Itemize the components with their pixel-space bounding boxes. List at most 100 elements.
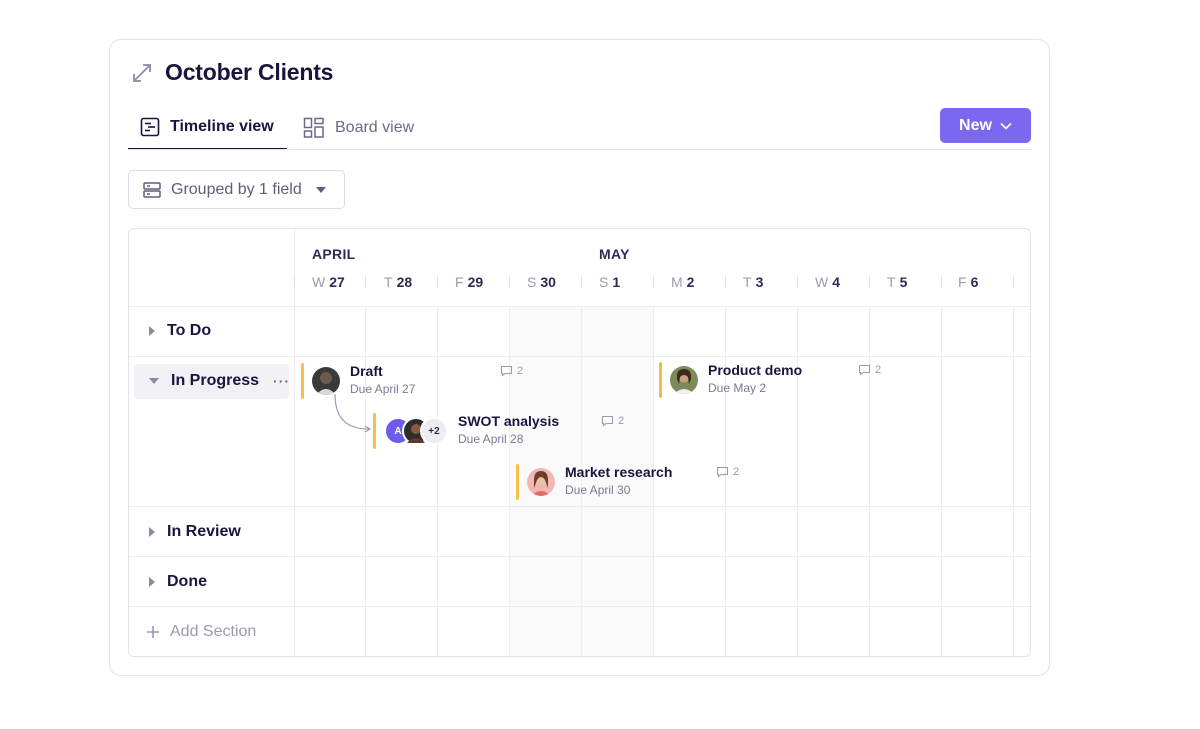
dependency-arrow [334, 394, 372, 433]
comment-icon [500, 365, 513, 377]
day-tick [365, 276, 366, 288]
task-due: Due April 27 [350, 382, 416, 396]
day-tick [294, 276, 295, 288]
new-button-label: New [959, 116, 992, 134]
task-comments[interactable]: 2 [716, 466, 739, 478]
task-due: Due April 30 [565, 483, 631, 497]
avatar [670, 366, 698, 394]
day-header: W4 [815, 274, 841, 290]
day-tick [509, 276, 510, 288]
day-tick [1013, 276, 1014, 288]
task-bar [659, 362, 662, 398]
page-title: October Clients [165, 59, 334, 85]
task-bar [373, 413, 376, 449]
task-name: Draft [350, 363, 383, 379]
day-header: F 29 [455, 274, 484, 290]
timeline-icon [140, 117, 160, 137]
day-tick [437, 276, 438, 288]
section-label: In Progress [171, 372, 260, 389]
day-gridline [941, 307, 942, 656]
day-header: S1 [599, 274, 621, 290]
tab-label: Timeline view [170, 118, 274, 135]
day-gridline [797, 307, 798, 656]
task-bar [301, 363, 304, 399]
add-section-button[interactable]: Add Section [146, 623, 256, 641]
add-section-label: Add Section [170, 623, 257, 640]
day-tick [869, 276, 870, 288]
day-gridline [365, 307, 366, 656]
month-label: APRIL [312, 246, 356, 262]
caret-down-icon [315, 186, 326, 193]
day-header: T 28 [384, 274, 413, 290]
day-gridline [869, 307, 870, 656]
task-due: Due April 28 [458, 432, 524, 446]
task-bar [516, 464, 519, 500]
section-column-divider [294, 229, 295, 656]
day-tick [581, 276, 582, 288]
caret-right-icon [149, 527, 155, 537]
section-label: In Review [167, 523, 241, 540]
task-comments[interactable]: 2 [858, 364, 881, 376]
plus-icon [147, 626, 159, 638]
comment-icon [716, 466, 729, 478]
comment-icon [858, 364, 871, 376]
section-label: Done [167, 573, 207, 590]
chevron-down-icon [1000, 122, 1012, 130]
day-header: F6 [958, 274, 979, 290]
expand-icon[interactable] [131, 62, 153, 84]
section-label: To Do [167, 322, 212, 339]
tab-board-view[interactable]: Board view [303, 106, 414, 150]
avatar [312, 367, 340, 395]
board-icon [303, 117, 324, 138]
caret-right-icon [149, 326, 155, 336]
day-tick [941, 276, 942, 288]
task-name: Market research [565, 464, 673, 480]
task-name: Product demo [708, 362, 803, 378]
timeline-grid: APRIL MAY W 27 T 28 F 29 S 30 S1 M2 T3 W4 T5… [128, 228, 1031, 657]
group-icon [143, 181, 161, 198]
section-in-review[interactable]: In Review [149, 523, 241, 541]
task-card-swot-analysis[interactable]: A +2 SWOT analysis Due April 28 [373, 413, 559, 449]
task-card-draft[interactable]: Draft Due April 27 [301, 363, 415, 399]
comment-icon [601, 415, 614, 427]
row-divider [129, 506, 1030, 507]
day-header: W 27 [312, 274, 345, 290]
row-divider [129, 356, 1030, 357]
section-to-do[interactable]: To Do [149, 322, 211, 340]
task-comments[interactable]: 2 [601, 415, 624, 427]
tab-timeline-view[interactable]: Timeline view [128, 106, 287, 150]
new-button[interactable]: New [940, 108, 1031, 143]
day-header: S 30 [527, 274, 556, 290]
avatar-group: A +2 [384, 417, 448, 445]
day-tick [653, 276, 654, 288]
day-header: M2 [671, 274, 695, 290]
task-card-market-research[interactable]: Market research Due April 30 [516, 464, 672, 500]
task-comments[interactable]: 2 [500, 365, 523, 377]
avatar [527, 468, 555, 496]
caret-right-icon [149, 577, 155, 587]
row-divider [129, 606, 1030, 607]
month-label: MAY [599, 246, 630, 262]
day-gridline [1013, 307, 1014, 656]
day-tick [725, 276, 726, 288]
avatar-overflow: +2 [420, 417, 448, 445]
day-gridline [509, 307, 510, 656]
tabs-divider [128, 149, 1031, 150]
tab-label: Board view [335, 119, 415, 136]
caret-down-icon [149, 378, 159, 384]
task-card-product-demo[interactable]: Product demo Due May 2 [659, 362, 802, 398]
task-name: SWOT analysis [458, 413, 560, 429]
row-divider [129, 556, 1030, 557]
group-by-label: Grouped by 1 field [171, 180, 302, 198]
section-done[interactable]: Done [149, 573, 207, 591]
day-tick [797, 276, 798, 288]
section-in-progress[interactable]: In Progress ··· [149, 372, 290, 390]
day-header: T3 [743, 274, 764, 290]
more-icon[interactable]: ··· [273, 373, 290, 389]
row-divider [129, 306, 1030, 307]
task-due: Due May 2 [708, 381, 767, 395]
day-gridline [725, 307, 726, 656]
group-by-button[interactable]: Grouped by 1 field [128, 170, 345, 209]
day-header: T5 [887, 274, 908, 290]
day-gridline [437, 307, 438, 656]
